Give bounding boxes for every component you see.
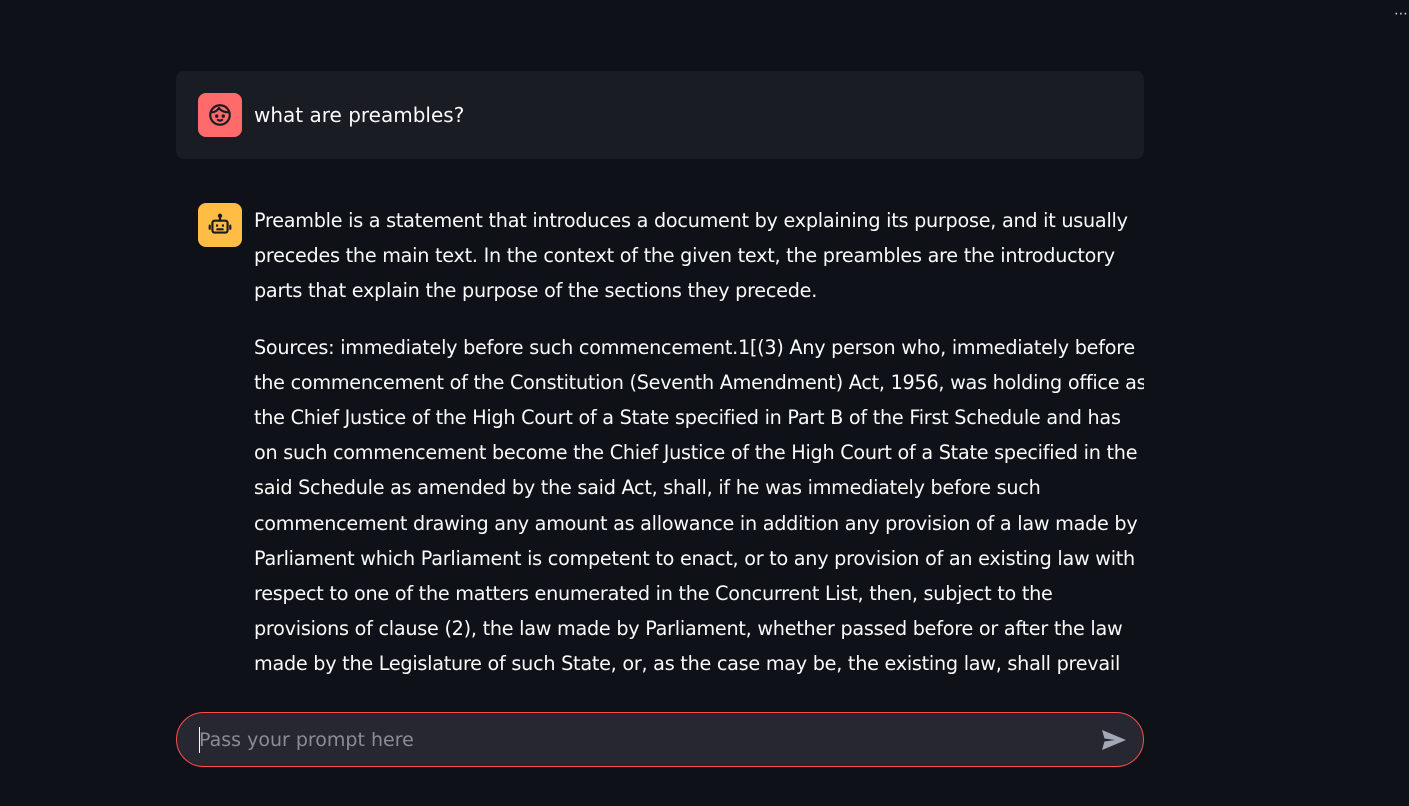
ellipsis-icon: ⋯	[1394, 6, 1408, 22]
send-arrow-icon	[1102, 730, 1126, 750]
assistant-message-body: Preamble is a statement that introduces …	[254, 203, 1144, 686]
user-message: what are preambles?	[176, 71, 1144, 159]
assistant-answer-paragraph: Preamble is a statement that introduces …	[254, 209, 1128, 303]
prompt-input[interactable]	[199, 723, 1079, 757]
user-face-icon	[209, 104, 231, 126]
text-caret	[199, 727, 200, 753]
chat-input-container	[176, 712, 1144, 767]
user-message-text: what are preambles?	[254, 103, 465, 127]
send-button[interactable]	[1099, 725, 1129, 755]
assistant-message: Preamble is a statement that introduces …	[176, 186, 1144, 686]
assistant-sources-paragraph: Sources: immediately before such commenc…	[254, 335, 1144, 676]
chat-app: ⋯ what are preambles? Preamble is a stat…	[0, 0, 1409, 806]
main-menu-button[interactable]: ⋯	[1394, 4, 1408, 24]
assistant-avatar	[198, 203, 242, 247]
user-avatar	[198, 93, 242, 137]
robot-icon	[208, 213, 232, 234]
